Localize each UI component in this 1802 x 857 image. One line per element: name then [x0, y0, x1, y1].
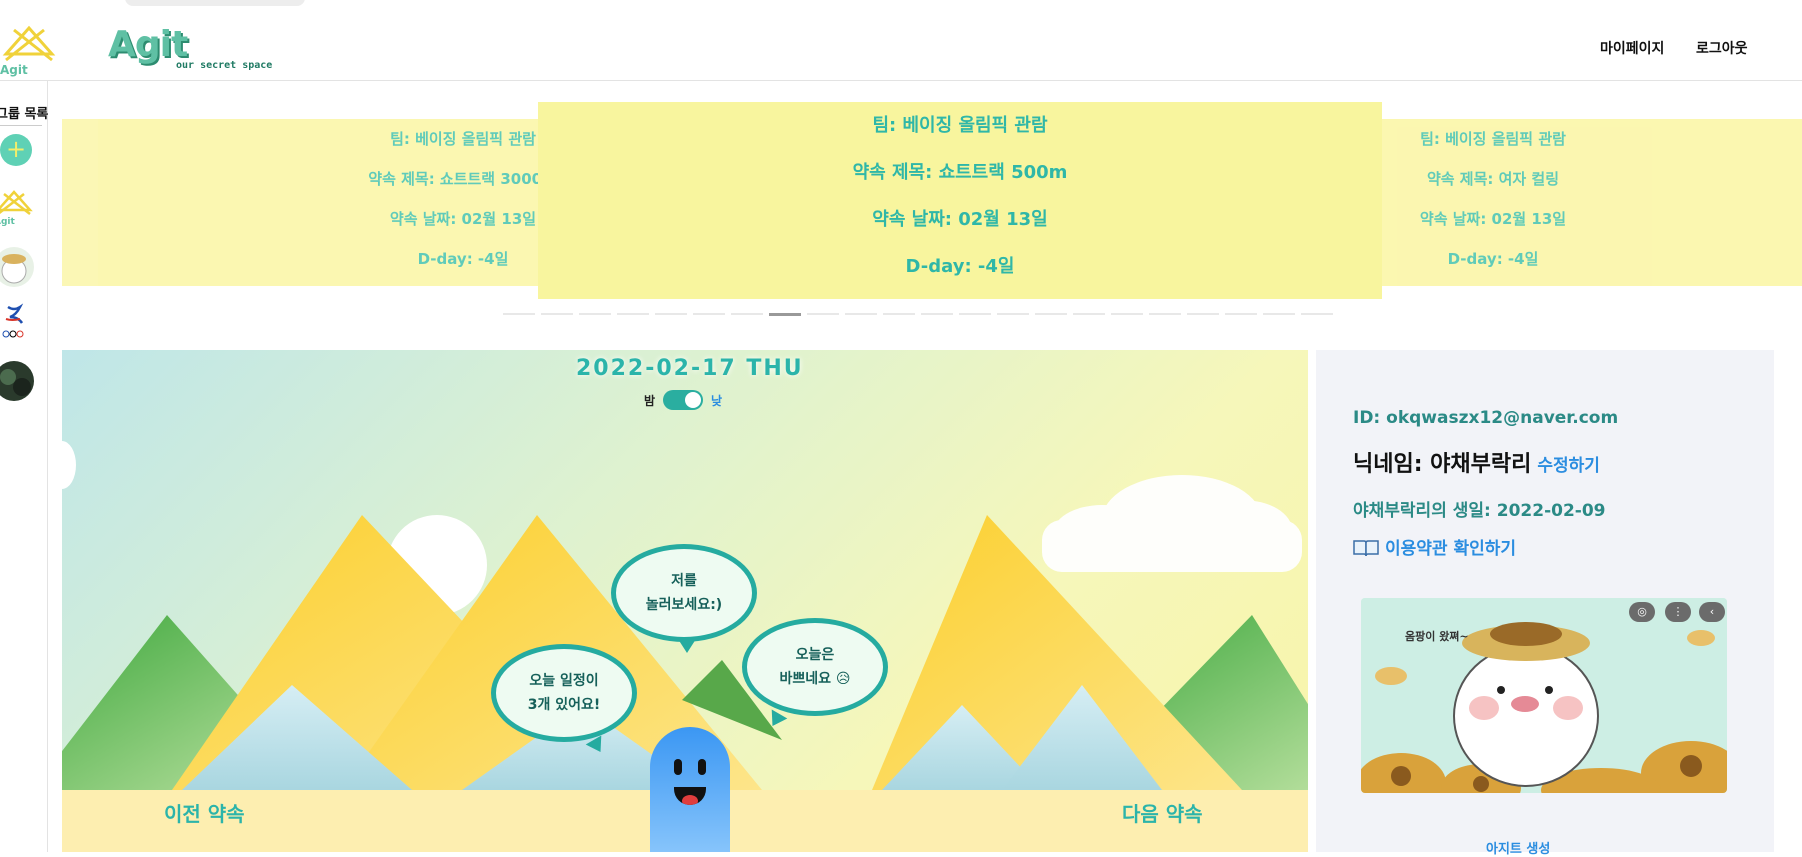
carousel-page-dot[interactable] — [1111, 313, 1143, 315]
carousel-page-dot[interactable] — [883, 313, 915, 315]
carousel-page-dot[interactable] — [769, 313, 801, 316]
divider — [0, 125, 42, 126]
photo-caption: 옴팡이 왔쪄~ — [1405, 630, 1469, 643]
carousel-page-dot[interactable] — [845, 313, 877, 315]
appointment-card-center[interactable]: 팀: 베이징 올림픽 관람 약속 제목: 쇼트트랙 500m 약속 날짜: 02… — [538, 102, 1382, 299]
brand-name: Agit — [108, 24, 188, 65]
bubble-text-line2: 놀러보세요:) — [645, 597, 723, 613]
carousel-page-dot[interactable] — [503, 313, 535, 315]
agit-tent-logo-icon[interactable]: Agit — [0, 20, 58, 78]
speech-bubble-busy[interactable]: 오늘은바쁘네요 😥 — [742, 618, 888, 731]
brand-logo[interactable]: Agit our secret space — [108, 24, 272, 74]
carousel-page-dot[interactable] — [1073, 313, 1105, 315]
group-beijing-olympics-icon[interactable] — [0, 301, 34, 341]
day-label: 낮 — [711, 393, 723, 408]
header: Agit Agit our secret space 마이페이지 로그아웃 — [0, 12, 1802, 81]
carousel-page-dot[interactable] — [1225, 313, 1257, 315]
carousel-page-dot[interactable] — [807, 313, 839, 315]
bubble-text-line2: 3개 있어요! — [527, 697, 601, 713]
card-date: 약속 날짜: 02월 13일 — [872, 209, 1048, 230]
browser-tab-pill[interactable] — [125, 0, 305, 6]
card-title: 약속 제목: 쇼트트랙 500m — [852, 162, 1068, 183]
tongue — [682, 795, 698, 805]
carousel-page-dot[interactable] — [579, 313, 611, 315]
profile-nickname: 닉네임: 야채부락리 수정하기 — [1353, 446, 1600, 478]
day-night-switch: 밤 낮 — [644, 390, 722, 410]
group-agit-icon[interactable]: Agit — [0, 186, 34, 226]
edit-nickname-button[interactable]: 수정하기 — [1537, 456, 1600, 476]
next-appointment-button[interactable]: 다음 약속 — [1122, 798, 1203, 827]
group-dark-photo-icon[interactable] — [0, 361, 34, 401]
carousel-page-dot[interactable] — [1263, 313, 1295, 315]
current-date: 2022-02-17 THU — [576, 356, 804, 381]
home-scene: 2022-02-17 THU 밤 낮 저를놀러보세요:) 오늘 일정이 3개 있어… — [62, 350, 1308, 852]
carousel-page-dot[interactable] — [959, 313, 991, 315]
create-agit-link[interactable]: 아지트 생성 — [1486, 838, 1550, 857]
toggle-knob — [685, 392, 702, 408]
carousel-page-dot[interactable] — [617, 313, 649, 315]
carousel-page-dot[interactable] — [541, 313, 573, 315]
add-group-button[interactable]: + — [0, 134, 32, 166]
mypage-link[interactable]: 마이페이지 — [1600, 38, 1664, 58]
carousel-page-dot[interactable] — [693, 313, 725, 315]
terms-link-label: 이용약관 확인하기 — [1385, 539, 1517, 559]
appointment-carousel: 팀: 베이징 올림픽 관람 약속 제목: 쇼트트랙 3000m 약속 날짜: 0… — [62, 102, 1802, 320]
bubble-text-line1: 저를 — [671, 573, 697, 589]
bubble-tail — [678, 639, 696, 653]
profile-birthday: 야채부락리의 생일: 2022-02-09 — [1353, 501, 1606, 521]
speech-bubble-schedule[interactable]: 오늘 일정이 3개 있어요! — [491, 644, 637, 757]
carousel-page-dot[interactable] — [1187, 313, 1219, 315]
carousel-page-dot[interactable] — [1301, 313, 1333, 315]
night-label: 밤 — [644, 393, 656, 408]
open-book-icon — [1353, 540, 1379, 557]
logout-link[interactable]: 로그아웃 — [1696, 38, 1748, 58]
carousel-page-dot[interactable] — [1035, 313, 1067, 315]
carousel-page-dot[interactable] — [921, 313, 953, 315]
more-options-icon[interactable]: ⋮ — [1665, 602, 1691, 622]
svg-text:Agit: Agit — [0, 63, 28, 77]
bubble-text-line2: 바쁘네요 😥 — [779, 671, 851, 687]
view-icon[interactable]: ◎ — [1629, 602, 1655, 622]
carousel-page-dot[interactable] — [997, 313, 1029, 315]
svg-text:Agit: Agit — [0, 217, 15, 226]
day-night-toggle[interactable] — [663, 390, 704, 410]
brand-tagline: our secret space — [176, 60, 273, 71]
card-team: 팀: 베이징 올림픽 관람 — [872, 115, 1048, 136]
left-eye — [674, 759, 682, 775]
terms-link[interactable]: 이용약관 확인하기 — [1353, 534, 1516, 559]
profile-panel: ID: okqwaszx12@naver.com 닉네임: 야채부락리 수정하기 … — [1316, 350, 1774, 857]
bubble-text-line1: 오늘은 — [795, 647, 835, 663]
group-list-title: 그룹 목록 — [0, 107, 49, 122]
blue-ghost-character[interactable] — [650, 727, 730, 852]
carousel-page-dot[interactable] — [655, 313, 687, 315]
carousel-page-dot[interactable] — [731, 313, 763, 315]
group-sunflower-avatar-icon[interactable] — [0, 247, 34, 287]
profile-id: ID: okqwaszx12@naver.com — [1353, 408, 1619, 428]
carousel-page-dot[interactable] — [1149, 313, 1181, 315]
prev-appointment-button[interactable]: 이전 약속 — [164, 798, 245, 827]
back-icon[interactable]: ‹ — [1699, 602, 1725, 622]
nickname-text: 닉네임: 야채부락리 — [1353, 452, 1532, 477]
bubble-text-line1: 오늘 일정이 — [529, 673, 599, 689]
card-dday: D-day: -4일 — [905, 256, 1015, 277]
profile-photo[interactable]: 옴팡이 왔쪄~ ◎ ⋮ ‹ — [1361, 598, 1727, 793]
group-sidebar: 그룹 목록 + Agit — [0, 81, 48, 852]
right-eye — [698, 759, 706, 775]
carousel-pagination — [503, 313, 1333, 317]
smile-mouth — [674, 787, 706, 805]
speech-bubble-play[interactable]: 저를놀러보세요:) — [611, 544, 757, 653]
